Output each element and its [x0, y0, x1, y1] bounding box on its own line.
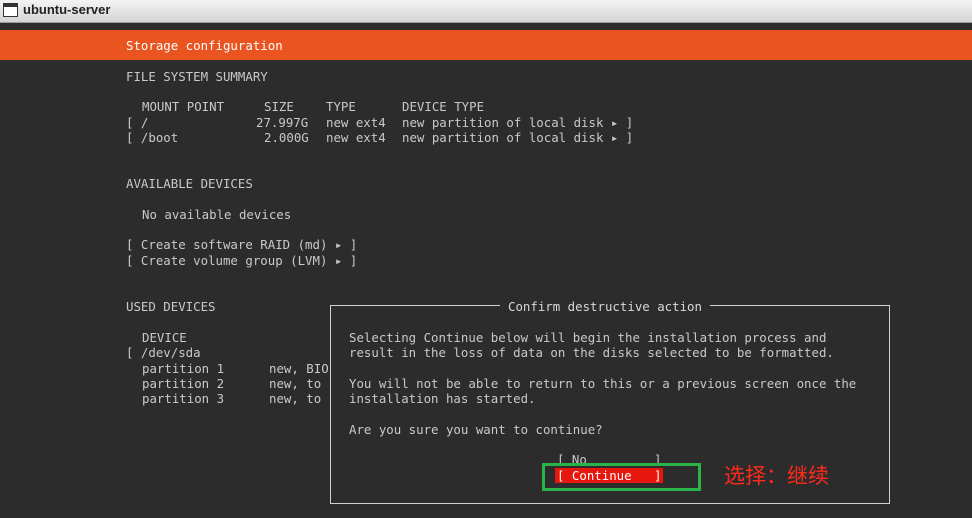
create-raid-button[interactable]: [ Create software RAID (md) ▸ ]: [126, 237, 357, 252]
col-type: TYPE: [326, 99, 356, 114]
col-device-type: DEVICE TYPE: [402, 99, 485, 114]
page-title: Storage configuration: [126, 38, 283, 53]
window-title: ubuntu-server: [23, 2, 111, 17]
dialog-message-line: You will not be able to return to this o…: [349, 376, 857, 391]
fs-row-size: 27.997G: [256, 115, 309, 130]
partition-desc: new, to: [269, 391, 322, 406]
partition-desc: new, to: [269, 376, 322, 391]
no-available-devices: No available devices: [142, 207, 292, 222]
dialog-message-line: installation has started.: [349, 391, 536, 406]
fs-row-mount: [ /: [126, 115, 149, 130]
header-bar: Storage configuration: [0, 30, 972, 60]
dialog-message-line: Selecting Continue below will begin the …: [349, 330, 827, 345]
col-size: SIZE: [264, 99, 294, 114]
window-titlebar: ubuntu-server: [0, 0, 972, 23]
fs-row-type: new ext4: [326, 130, 386, 145]
col-mount-point: MOUNT POINT: [142, 99, 225, 114]
partition-desc: new, BIO: [269, 361, 329, 376]
annotation-text: 选择：继续: [724, 464, 829, 488]
create-lvm-button[interactable]: [ Create volume group (LVM) ▸ ]: [126, 253, 357, 268]
fs-row-device: new partition of local disk ▸ ]: [402, 130, 634, 145]
fs-row-type: new ext4: [326, 115, 386, 130]
col-device: DEVICE: [142, 330, 187, 345]
fs-row-mount: [ /boot: [126, 130, 179, 145]
partition-name: partition 1: [142, 361, 225, 376]
annotation-highlight-box: [542, 463, 701, 491]
dialog-message-line: result in the loss of data on the disks …: [349, 345, 834, 360]
partition-name: partition 3: [142, 391, 225, 406]
partition-name: partition 2: [142, 376, 225, 391]
fs-summary-heading: FILE SYSTEM SUMMARY: [126, 69, 268, 84]
terminal-window-icon: [3, 3, 18, 17]
used-device-sda[interactable]: [ /dev/sda: [126, 345, 201, 360]
fs-row-device: new partition of local disk ▸ ]: [402, 115, 634, 130]
used-devices-heading: USED DEVICES: [126, 299, 216, 314]
fs-row-size: 2.000G: [264, 130, 309, 145]
dialog-title: Confirm destructive action: [500, 299, 710, 314]
dialog-question: Are you sure you want to continue?: [349, 422, 603, 437]
available-devices-heading: AVAILABLE DEVICES: [126, 176, 253, 191]
